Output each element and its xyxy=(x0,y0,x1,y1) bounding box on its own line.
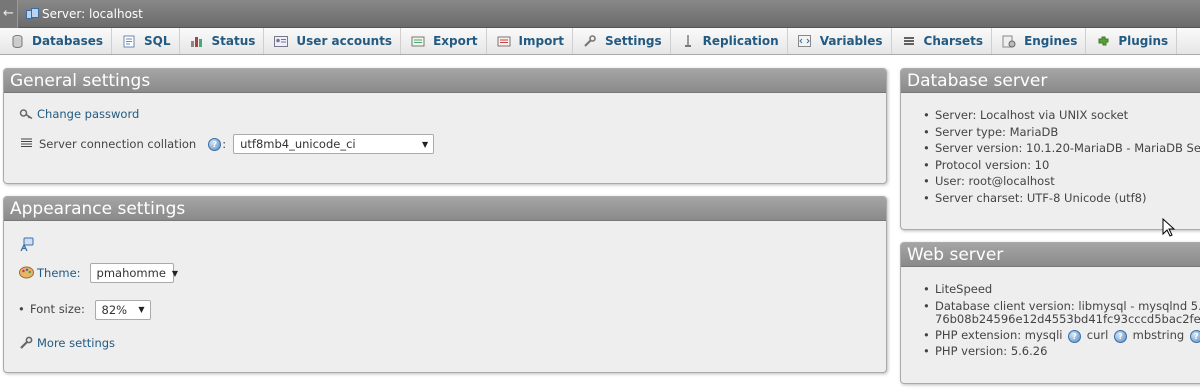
font-size-label: Font size: xyxy=(30,302,85,316)
list-icon xyxy=(21,137,33,151)
general-settings-panel: General settings Change password Server … xyxy=(3,68,887,184)
main-menu-tabs: Databases SQL Status User accounts Expor… xyxy=(0,28,1200,55)
tab-export[interactable]: Export xyxy=(401,28,487,54)
replication-icon xyxy=(681,34,695,48)
collation-label: Server connection collation xyxy=(39,137,197,151)
php-extension-curl: curl xyxy=(1086,327,1109,342)
tab-engines[interactable]: Engines xyxy=(992,28,1087,54)
help-icon[interactable]: ? xyxy=(1113,330,1127,344)
tab-import-label[interactable]: Import xyxy=(519,34,564,48)
chevron-down-icon: ▼ xyxy=(421,139,429,149)
top-breadcrumb-bar: ← Server: localhost xyxy=(0,0,1200,28)
tab-import[interactable]: Import xyxy=(487,28,573,54)
tab-user-accounts[interactable]: User accounts xyxy=(264,28,402,54)
back-arrow-button[interactable]: ← xyxy=(0,0,18,28)
key-icon xyxy=(19,107,33,121)
variables-icon xyxy=(798,34,812,48)
tab-variables[interactable]: Variables xyxy=(788,28,892,54)
wrench-icon xyxy=(583,34,597,48)
list-item: Server type: MariaDB xyxy=(921,124,1200,141)
list-item: PHP extension: mysqli ? curl ? mbstring … xyxy=(921,326,1200,344)
tab-status-label[interactable]: Status xyxy=(212,34,256,48)
appearance-settings-title: Appearance settings xyxy=(4,197,886,221)
collation-select[interactable]: utf8mb4_unicode_ci ▼ xyxy=(233,134,435,154)
tab-user-accounts-label[interactable]: User accounts xyxy=(296,34,392,48)
appearance-settings-panel: Appearance settings Theme: pmahomme ▼ Fo… xyxy=(3,196,887,373)
list-item: Database client version: libmysql - mysq… xyxy=(921,298,1200,326)
import-icon xyxy=(497,34,511,48)
breadcrumb-server-label[interactable]: Server: localhost xyxy=(42,7,143,21)
list-item: LiteSpeed xyxy=(921,281,1200,298)
more-settings-link[interactable]: More settings xyxy=(37,336,115,350)
export-icon xyxy=(411,34,425,48)
plugin-icon xyxy=(1096,34,1110,48)
sql-icon xyxy=(122,34,136,48)
help-icon[interactable]: ? xyxy=(1068,330,1082,344)
status-chart-icon xyxy=(190,34,204,48)
tab-charsets-label[interactable]: Charsets xyxy=(924,34,984,48)
theme-palette-icon xyxy=(19,266,34,280)
help-icon[interactable]: ? xyxy=(208,137,222,151)
tab-databases-label[interactable]: Databases xyxy=(32,34,103,48)
font-size-select[interactable]: 82% ▼ xyxy=(94,299,151,320)
list-item: Server charset: UTF-8 Unicode (utf8) xyxy=(921,190,1200,207)
more-settings-row: More settings xyxy=(19,336,115,350)
tab-charsets[interactable]: Charsets xyxy=(892,28,993,54)
php-extension-label: PHP extension: mysqli xyxy=(935,327,1063,342)
tab-variables-label[interactable]: Variables xyxy=(820,34,883,48)
database-icon xyxy=(10,34,24,48)
help-icon[interactable]: ? xyxy=(1189,330,1200,344)
chevron-down-icon: ▼ xyxy=(171,268,179,278)
list-item: Server: Localhost via UNIX socket xyxy=(921,107,1200,124)
font-size-item: Font size: 82% ▼ xyxy=(16,299,151,320)
collation-row: Server connection collation ? : utf8mb4_… xyxy=(21,134,435,154)
web-server-info-list: LiteSpeed Database client version: libmy… xyxy=(921,281,1200,360)
tab-replication-label[interactable]: Replication xyxy=(703,34,779,48)
tab-plugins[interactable]: Plugins xyxy=(1086,28,1178,54)
database-server-info-list: Server: Localhost via UNIX socket Server… xyxy=(921,107,1200,207)
change-password-link[interactable]: Change password xyxy=(37,107,139,121)
tab-engines-label[interactable]: Engines xyxy=(1024,34,1077,48)
tab-plugins-label[interactable]: Plugins xyxy=(1118,34,1168,48)
breadcrumb-server[interactable]: Server: localhost xyxy=(26,7,143,21)
list-item: PHP version: 5.6.26 xyxy=(921,343,1200,360)
database-server-title: Database server xyxy=(901,69,1200,93)
theme-row: Theme: pmahomme ▼ xyxy=(19,263,178,283)
font-size-list: Font size: 82% ▼ xyxy=(16,299,151,320)
language-icon xyxy=(20,237,34,252)
web-server-panel: Web server LiteSpeed Database client ver… xyxy=(900,242,1200,384)
tab-settings[interactable]: Settings xyxy=(573,28,671,54)
list-item: User: root@localhost xyxy=(921,173,1200,190)
client-version-line1: Database client version: libmysql - mysq… xyxy=(935,298,1200,313)
user-accounts-icon xyxy=(274,34,289,48)
general-settings-title: General settings xyxy=(4,69,886,93)
theme-select-value: pmahomme xyxy=(96,266,166,280)
tab-sql-label[interactable]: SQL xyxy=(144,34,171,48)
client-version-line2: 76b08b24596e12d4553bd41fc93cccd5bac2fe7a… xyxy=(935,311,1200,326)
change-password-row: Change password xyxy=(19,107,139,121)
wrench-icon xyxy=(19,336,33,350)
database-server-panel: Database server Server: Localhost via UN… xyxy=(900,68,1200,230)
list-item: Protocol version: 10 xyxy=(921,157,1200,174)
engines-icon xyxy=(1002,34,1016,48)
theme-select[interactable]: pmahomme ▼ xyxy=(89,263,178,283)
tab-replication[interactable]: Replication xyxy=(671,28,788,54)
tab-databases[interactable]: Databases xyxy=(0,28,113,54)
mouse-cursor-icon xyxy=(1162,217,1176,238)
web-server-title: Web server xyxy=(901,243,1200,267)
tab-sql[interactable]: SQL xyxy=(112,28,180,54)
language-row xyxy=(20,237,38,252)
chevron-down-icon: ▼ xyxy=(138,304,145,314)
tab-export-label[interactable]: Export xyxy=(433,34,477,48)
font-size-select-value: 82% xyxy=(101,302,128,317)
php-extension-mbstring: mbstring xyxy=(1132,327,1185,342)
collation-colon: : xyxy=(222,137,227,151)
charsets-icon xyxy=(902,34,916,48)
list-item: Server version: 10.1.20-MariaDB - MariaD… xyxy=(921,140,1200,157)
tab-settings-label[interactable]: Settings xyxy=(605,34,662,48)
server-icon xyxy=(26,8,39,19)
theme-label[interactable]: Theme: xyxy=(37,266,81,280)
collation-select-value: utf8mb4_unicode_ci xyxy=(240,137,356,151)
tab-status[interactable]: Status xyxy=(180,28,265,54)
